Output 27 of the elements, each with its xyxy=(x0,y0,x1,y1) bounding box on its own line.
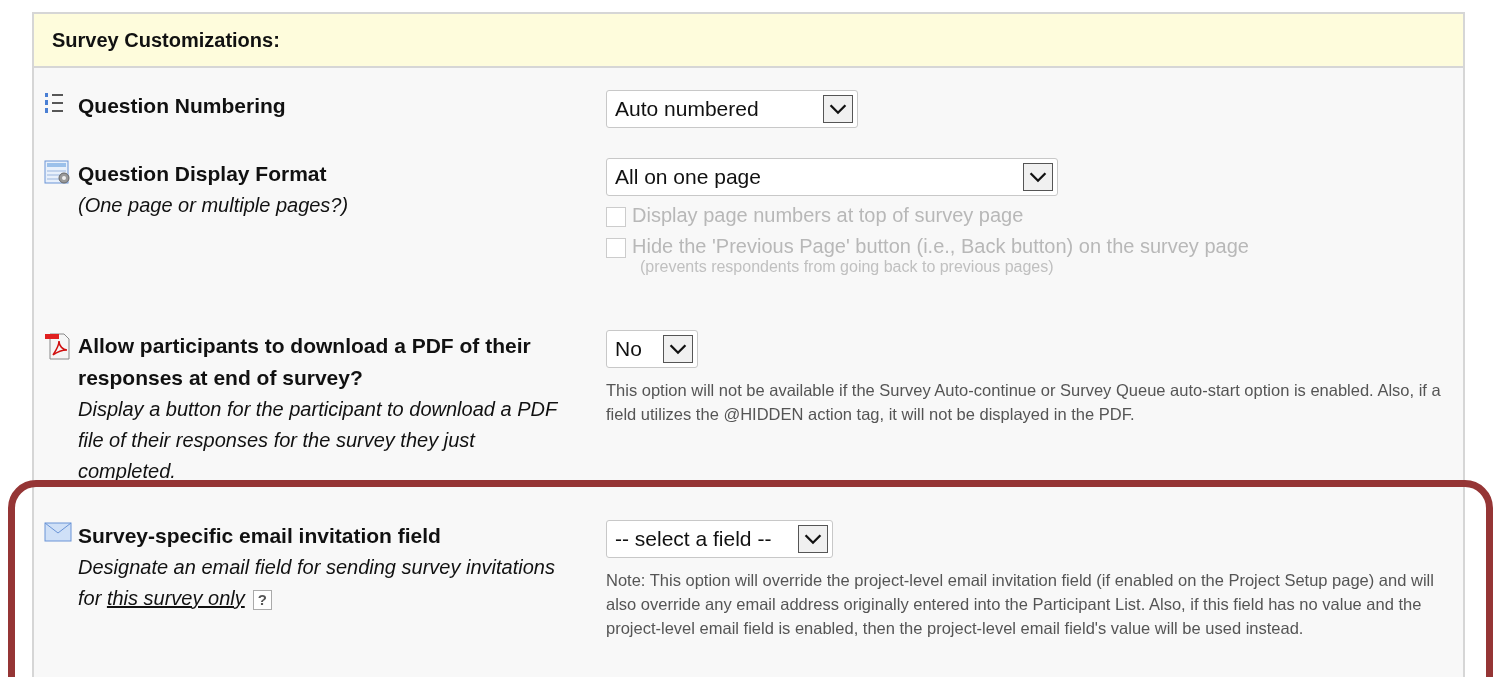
setting-title: Allow participants to download a PDF of their responses at end of survey? xyxy=(78,333,532,391)
caret-icon xyxy=(798,525,828,553)
setting-note: This option will not be available if the Survey Auto-continue or Survey Queue auto-start option is enabled. Also, if a field utilizes the @HIDDEN action tag, it will not be displayed in the PDF. xyxy=(606,380,1442,425)
checkbox-hint: (prevents respondents from going back to previous pages) xyxy=(640,258,1055,276)
dropdown[interactable]: Auto numbered xyxy=(606,90,858,128)
checkbox-label: Display page numbers at top of survey page xyxy=(632,204,1024,227)
setting-note: Note: This option will override the project-level email invitation field (if enabled on the Project Setup page) and will also override any email address originally entered into the Participant List. Also, if this field has no value and the project-level email field is enabled, then the project-level email field's value will be used instead. xyxy=(606,570,1435,639)
setting-description: Designate an email field for sending survey invitations for this survey only ? xyxy=(78,555,556,612)
panel-header: Survey Customizations: xyxy=(34,14,1463,68)
setting-title: Survey-specific email invitation field xyxy=(78,523,442,549)
setting-description: Display a button for the participant to download a PDF file of their responses for the survey they just completed. xyxy=(78,397,559,484)
help-link[interactable]: this survey only xyxy=(106,587,245,609)
envelope-icon xyxy=(44,522,72,542)
dropdown[interactable]: -- select a field -- xyxy=(606,520,833,558)
numbered-list-icon xyxy=(44,92,64,114)
caret-icon xyxy=(1023,163,1053,191)
setting-title: Question Numbering xyxy=(78,93,286,119)
help-button[interactable]: ? xyxy=(252,589,272,610)
setting-title: Question Display Format xyxy=(78,161,328,187)
form-settings-icon xyxy=(44,160,72,186)
pdf-icon xyxy=(44,332,72,360)
caret-icon xyxy=(823,95,853,123)
dropdown[interactable]: No xyxy=(606,330,698,368)
setting-description: (One page or multiple pages?) xyxy=(78,193,349,218)
checkbox-label: Hide the 'Previous Page' button (i.e., Back button) on the survey page xyxy=(632,235,1249,258)
caret-icon xyxy=(663,335,693,363)
dropdown[interactable]: All on one page xyxy=(606,158,1058,196)
